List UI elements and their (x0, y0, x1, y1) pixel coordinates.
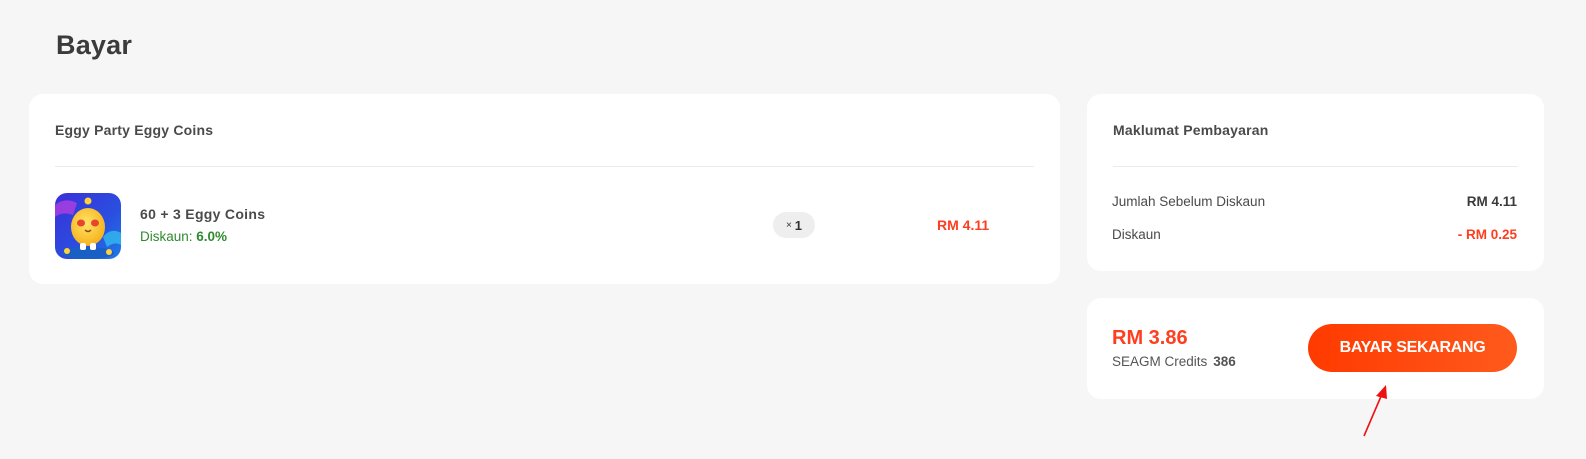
payment-info-divider (1113, 166, 1518, 167)
credits-label: SEAGM Credits (1112, 354, 1208, 369)
subtotal-label: Jumlah Sebelum Diskaun (1112, 194, 1266, 209)
quantity-times-icon: × (785, 219, 792, 231)
total-price: RM 3.86 (1112, 327, 1188, 349)
order-divider (55, 166, 1034, 167)
discount-label: Diskaun: (140, 229, 197, 244)
pay-now-button[interactable]: BAYAR SEKARANG (1308, 324, 1517, 372)
eggy-party-game-icon (55, 193, 121, 259)
discount-value: 6.0% (196, 229, 228, 244)
payment-info-card: Maklumat Pembayaran Jumlah Sebelum Diska… (1087, 94, 1544, 271)
seagm-credits: SEAGM Credits 386 (1112, 354, 1236, 369)
discount-row: Diskaun - RM 0.25 (1112, 227, 1517, 242)
credits-value: 386 (1213, 354, 1236, 369)
quantity-badge: × 1 (773, 212, 815, 238)
quantity-value: 1 (794, 217, 803, 233)
discount-row-label: Diskaun (1112, 227, 1161, 242)
page-title: Bayar (56, 30, 133, 60)
checkout-page: Bayar Eggy Party Eggy Coins 60 + 3 Eggy … (0, 0, 1586, 459)
discount-row-value: - RM 0.25 (1457, 227, 1517, 242)
subtotal-row: Jumlah Sebelum Diskaun RM 4.11 (1112, 194, 1517, 209)
subtotal-value: RM 4.11 (1466, 194, 1517, 209)
order-heading: Eggy Party Eggy Coins (55, 122, 214, 138)
payment-info-heading: Maklumat Pembayaran (1113, 122, 1269, 138)
product-discount: Diskaun: 6.0% (140, 229, 227, 244)
annotation-arrow-icon (1363, 385, 1387, 437)
checkout-card: RM 3.86 SEAGM Credits 386 BAYAR SEKARANG (1087, 298, 1544, 399)
order-card: Eggy Party Eggy Coins 60 + 3 Eggy Coins … (29, 94, 1060, 284)
product-price: RM 4.11 (937, 217, 990, 233)
product-name: 60 + 3 Eggy Coins (140, 206, 266, 222)
